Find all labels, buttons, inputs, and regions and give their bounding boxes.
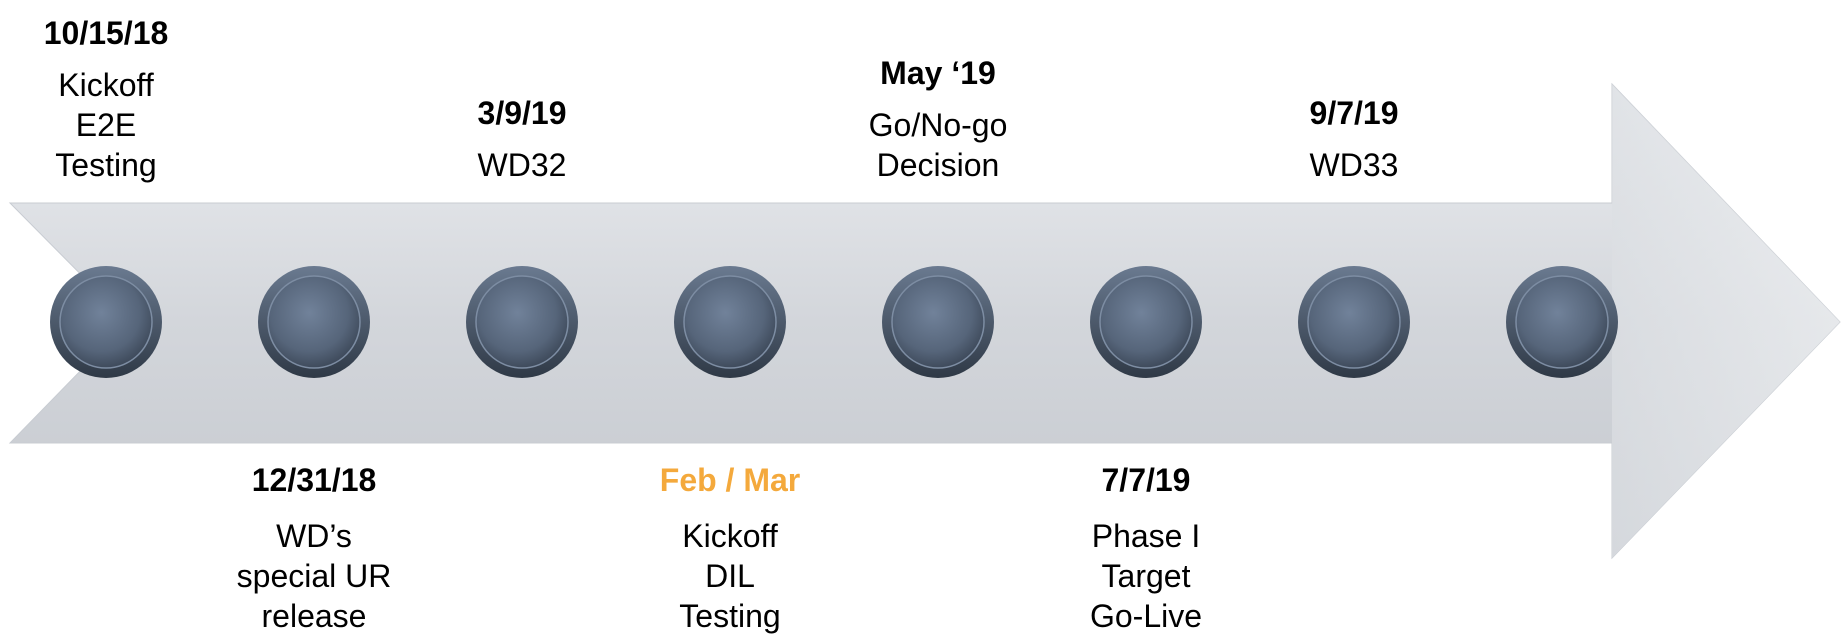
milestone-label: 10/15/18 Kickoff E2E Testing [44,13,169,185]
milestone-description-line: Go-Live [1089,598,1203,634]
milestone-date: 12/31/18 [251,462,377,498]
milestone-description-line: E2E [75,107,137,143]
milestone-date: Feb / Mar [659,462,801,498]
milestone-description-line: WD’s [276,518,352,554]
milestone-description: WD32 [478,145,567,185]
milestone-description-line: special UR [236,558,392,594]
milestone-description: WD’s special UR release [237,516,392,636]
milestone-description-line: release [261,598,367,634]
timeline-node [1506,266,1618,378]
milestone-description-line: Phase I [1091,518,1201,554]
milestone-description: Kickoff E2E Testing [44,65,169,185]
timeline-node [1090,266,1202,378]
milestone-description-line: Decision [876,147,1000,183]
milestone-description: Phase I Target Go-Live [1090,516,1202,636]
milestone-description: Kickoff DIL Testing [660,516,800,636]
milestone-label: 9/7/19 WD33 [1310,93,1399,185]
milestone-description-line: Target [1101,558,1191,594]
milestone-description-line: WD33 [1309,147,1399,183]
timeline-node [1298,266,1410,378]
milestone-date: 7/7/19 [1101,462,1191,498]
milestone-label: 7/7/19 Phase I Target Go-Live [1090,460,1202,636]
milestone-label: 12/31/18 WD’s special UR release [237,460,392,636]
timeline-node [882,266,994,378]
milestone-description-line: WD32 [477,147,567,183]
timeline-node [258,266,370,378]
milestone-label: 3/9/19 WD32 [478,93,567,185]
milestone-description-line: DIL [705,558,755,594]
milestone-label: May ‘19 Go/No-go Decision [869,53,1008,185]
milestone-label: Feb / Mar Kickoff DIL Testing [660,460,800,636]
milestone-description: Go/No-go Decision [869,105,1008,185]
milestone-description-line: Go/No-go [868,107,1008,143]
milestone-description: WD33 [1310,145,1399,185]
timeline-node [50,266,162,378]
timeline-node [674,266,786,378]
timeline-arrow-head-shade [1612,84,1840,558]
milestone-date: 9/7/19 [1309,95,1399,131]
timeline-node [466,266,578,378]
milestone-description-line: Testing [679,598,781,634]
milestone-date: 3/9/19 [477,95,567,131]
milestone-date: 10/15/18 [43,15,169,51]
milestone-description-line: Kickoff [58,67,154,103]
milestone-description-line: Testing [55,147,157,183]
milestone-date: May ‘19 [880,55,996,91]
milestone-description-line: Kickoff [682,518,778,554]
